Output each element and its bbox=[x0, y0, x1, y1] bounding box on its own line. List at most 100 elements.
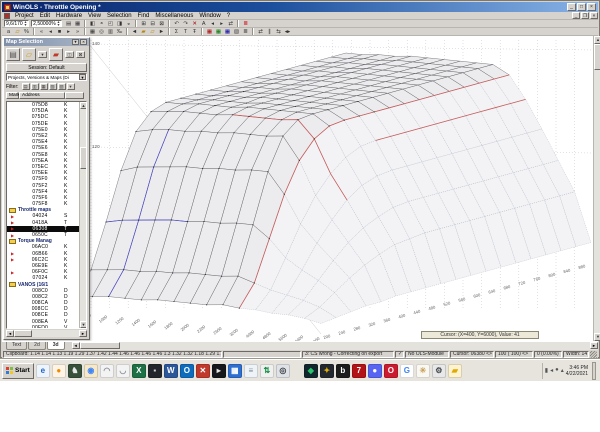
taskbar-ie-icon[interactable]: e bbox=[35, 363, 50, 378]
panel-title-bar[interactable]: Map Selection ▾ × bbox=[4, 38, 89, 46]
toolbar-grid-small-button[interactable]: ⊞ bbox=[139, 20, 148, 27]
map-list-row[interactable]: 06E9E K bbox=[7, 263, 79, 269]
mdi-close-button[interactable]: × bbox=[590, 12, 598, 19]
chevron-down-icon[interactable]: ▼ bbox=[79, 74, 86, 80]
taskbar-folder-icon[interactable]: ▰ bbox=[447, 363, 462, 378]
filter-maps-button[interactable]: ▥ bbox=[30, 83, 39, 90]
toolbar-map-version-button[interactable]: ▦ bbox=[214, 28, 223, 35]
taskbar-opera-icon[interactable]: O bbox=[383, 363, 398, 378]
map-list-row[interactable]: ▶ 0418A T bbox=[7, 220, 79, 226]
scroll-down-icon[interactable]: ▼ bbox=[594, 333, 600, 341]
open-project-button[interactable]: ▱ bbox=[22, 48, 36, 61]
toolbar-zoom-grid-button[interactable]: ▦ bbox=[88, 28, 97, 35]
list-vertical-scrollbar[interactable]: ▲ ▼ bbox=[79, 102, 86, 328]
toolbar-pointer-mode-button[interactable]: a bbox=[4, 28, 13, 35]
column-header-address[interactable]: Address bbox=[19, 92, 65, 99]
map-list-row[interactable]: 075F6 K bbox=[7, 195, 79, 201]
taskbar-puzzle-icon[interactable]: ◆ bbox=[303, 363, 318, 378]
filter-more-button[interactable]: ▾ bbox=[66, 83, 75, 90]
new-session-button[interactable]: ▤ bbox=[6, 48, 20, 61]
taskbar-tiles-icon[interactable]: ▦ bbox=[227, 363, 242, 378]
toolbar-map-list-button[interactable]: ▧ bbox=[232, 28, 241, 35]
taskbar-redx-icon[interactable]: ✕ bbox=[195, 363, 210, 378]
map-list-row[interactable]: 075E4 K bbox=[7, 139, 79, 145]
list-horizontal-scrollbar[interactable]: ◄ ► bbox=[6, 330, 87, 337]
scrollbar-thumb[interactable] bbox=[80, 147, 86, 169]
toolbar-compare-side-button[interactable]: ⇄ bbox=[256, 28, 265, 35]
menu-item-selection[interactable]: Selection bbox=[104, 13, 135, 19]
taskbar-sketch2-icon[interactable]: ◡ bbox=[115, 363, 130, 378]
tray-status-icon[interactable]: ● bbox=[555, 367, 559, 374]
toolbar-text-plus-button[interactable]: T bbox=[181, 28, 190, 35]
resize-grip[interactable] bbox=[590, 350, 597, 358]
map-horizontal-scrollbar[interactable]: ◄ ► bbox=[71, 342, 598, 350]
session-button[interactable]: Session: Default bbox=[6, 63, 87, 72]
toolbar-compare-swap-button[interactable]: ⇆ bbox=[274, 28, 283, 35]
scrollbar-thumb[interactable] bbox=[14, 330, 32, 337]
title-bar[interactable]: WinOLS - Throttle Opening * _ □ × bbox=[2, 2, 598, 12]
toolbar-grid-medium-button[interactable]: ⊟ bbox=[148, 20, 157, 27]
value-spinner[interactable]: 9,6/170 ▲ ▼ bbox=[4, 20, 30, 27]
taskbar-google-icon[interactable]: G bbox=[399, 363, 414, 378]
map-list-row[interactable]: 075F4 K bbox=[7, 189, 79, 195]
taskbar-mediaplayer-icon[interactable]: ● bbox=[51, 363, 66, 378]
scrollbar-thumb[interactable] bbox=[79, 342, 120, 349]
map-list-row[interactable]: 075E2 K bbox=[7, 133, 79, 139]
taskbar-red7-icon[interactable]: 7 bbox=[351, 363, 366, 378]
toolbar-delete-button[interactable]: ✕ bbox=[190, 20, 199, 27]
toolbar-nav-stop-button[interactable]: ■ bbox=[55, 28, 64, 35]
start-button[interactable]: Start bbox=[2, 362, 34, 379]
toolbar-sum-button[interactable]: Σ bbox=[172, 28, 181, 35]
toolbar-open-map-button[interactable]: ▱ bbox=[13, 28, 22, 35]
toolbar-next-map-button[interactable]: ► bbox=[157, 28, 166, 35]
toolbar-percent-view-button[interactable]: % bbox=[22, 28, 31, 35]
menu-item-edit[interactable]: Edit bbox=[37, 13, 53, 19]
map-list-row[interactable]: 008EA V bbox=[7, 319, 79, 325]
panel-close-button[interactable]: × bbox=[80, 39, 87, 45]
toolbar-color-legend-button[interactable]: ≣ bbox=[241, 20, 250, 27]
toolbar-nav-next-button[interactable]: ▸ bbox=[64, 28, 73, 35]
toolbar-nav-first-button[interactable]: « bbox=[37, 28, 46, 35]
filter-changed-button[interactable]: ▧ bbox=[48, 83, 57, 90]
map-list-row[interactable]: ▶ 04024 S bbox=[7, 213, 79, 219]
import-project-button[interactable]: ▰ bbox=[49, 48, 63, 61]
export-button[interactable]: ◫ bbox=[65, 51, 74, 58]
map-list-row[interactable]: ▶ 06F0C K bbox=[7, 269, 79, 275]
taskbar-widget-icon[interactable]: ▪ bbox=[147, 363, 162, 378]
toolbar-compare-both-button[interactable]: ◂▸ bbox=[283, 28, 292, 35]
spinner-arrows-icon[interactable]: ▲ ▼ bbox=[57, 20, 60, 27]
show-desktop-button[interactable] bbox=[592, 361, 596, 380]
taskbar-console-icon[interactable]: ▸ bbox=[211, 363, 226, 378]
toolbar-folder-down-button[interactable]: ▱ bbox=[148, 28, 157, 35]
toolbar-prev-button[interactable]: ◂ bbox=[208, 20, 217, 27]
map-list-row[interactable]: 008C2 D bbox=[7, 294, 79, 300]
minimize-button[interactable]: _ bbox=[567, 3, 576, 11]
scroll-right-icon[interactable]: ► bbox=[79, 330, 87, 337]
toolbar-magnify-button[interactable]: ◎ bbox=[97, 28, 106, 35]
map-list-row[interactable]: 008CE D bbox=[7, 312, 79, 318]
toolbar-align-left-button[interactable]: ◧ bbox=[88, 20, 97, 27]
map-list-row[interactable]: 00FD0 V bbox=[7, 325, 79, 328]
map-list-row[interactable]: ▶ 06308 T bbox=[7, 225, 79, 232]
toolbar-text-minus-button[interactable]: Ŧ bbox=[190, 28, 199, 35]
taskbar-clock[interactable]: 3:46 PM 4/22/2021 bbox=[566, 365, 588, 377]
menu-item-help[interactable]: ? bbox=[224, 13, 233, 19]
toolbar-align-grid-button[interactable]: ◰ bbox=[106, 20, 115, 27]
toolbar-permille-button[interactable]: ‰ bbox=[115, 28, 124, 35]
spinner-arrows-icon[interactable]: ▲ ▼ bbox=[24, 20, 27, 27]
menu-item-miscellaneous[interactable]: Miscellaneous bbox=[152, 13, 196, 19]
map-list-row[interactable]: ▶ 06B66 K bbox=[7, 251, 79, 257]
tray-volume-icon[interactable]: ◂ bbox=[550, 367, 553, 374]
scroll-up-icon[interactable]: ▲ bbox=[80, 102, 86, 109]
map-list-row[interactable]: ▶ 06C2C K bbox=[7, 257, 79, 263]
map-list-row[interactable]: 075EA K bbox=[7, 158, 79, 164]
toolbar-view-3d-button[interactable]: ▦ bbox=[73, 20, 82, 27]
map-list-row[interactable]: 075E8 K bbox=[7, 152, 79, 158]
map-list-row[interactable]: ▶ 0650C T bbox=[7, 232, 79, 238]
menu-item-window[interactable]: Window bbox=[196, 13, 223, 19]
taskbar-game-icon[interactable]: ♞ bbox=[67, 363, 82, 378]
toolbar-align-bottom-button[interactable]: ◒ bbox=[124, 20, 133, 27]
taskbar-pinball-icon[interactable]: ✦ bbox=[319, 363, 334, 378]
tab-text[interactable]: Text bbox=[6, 342, 28, 350]
taskbar-word-icon[interactable]: W bbox=[163, 363, 178, 378]
